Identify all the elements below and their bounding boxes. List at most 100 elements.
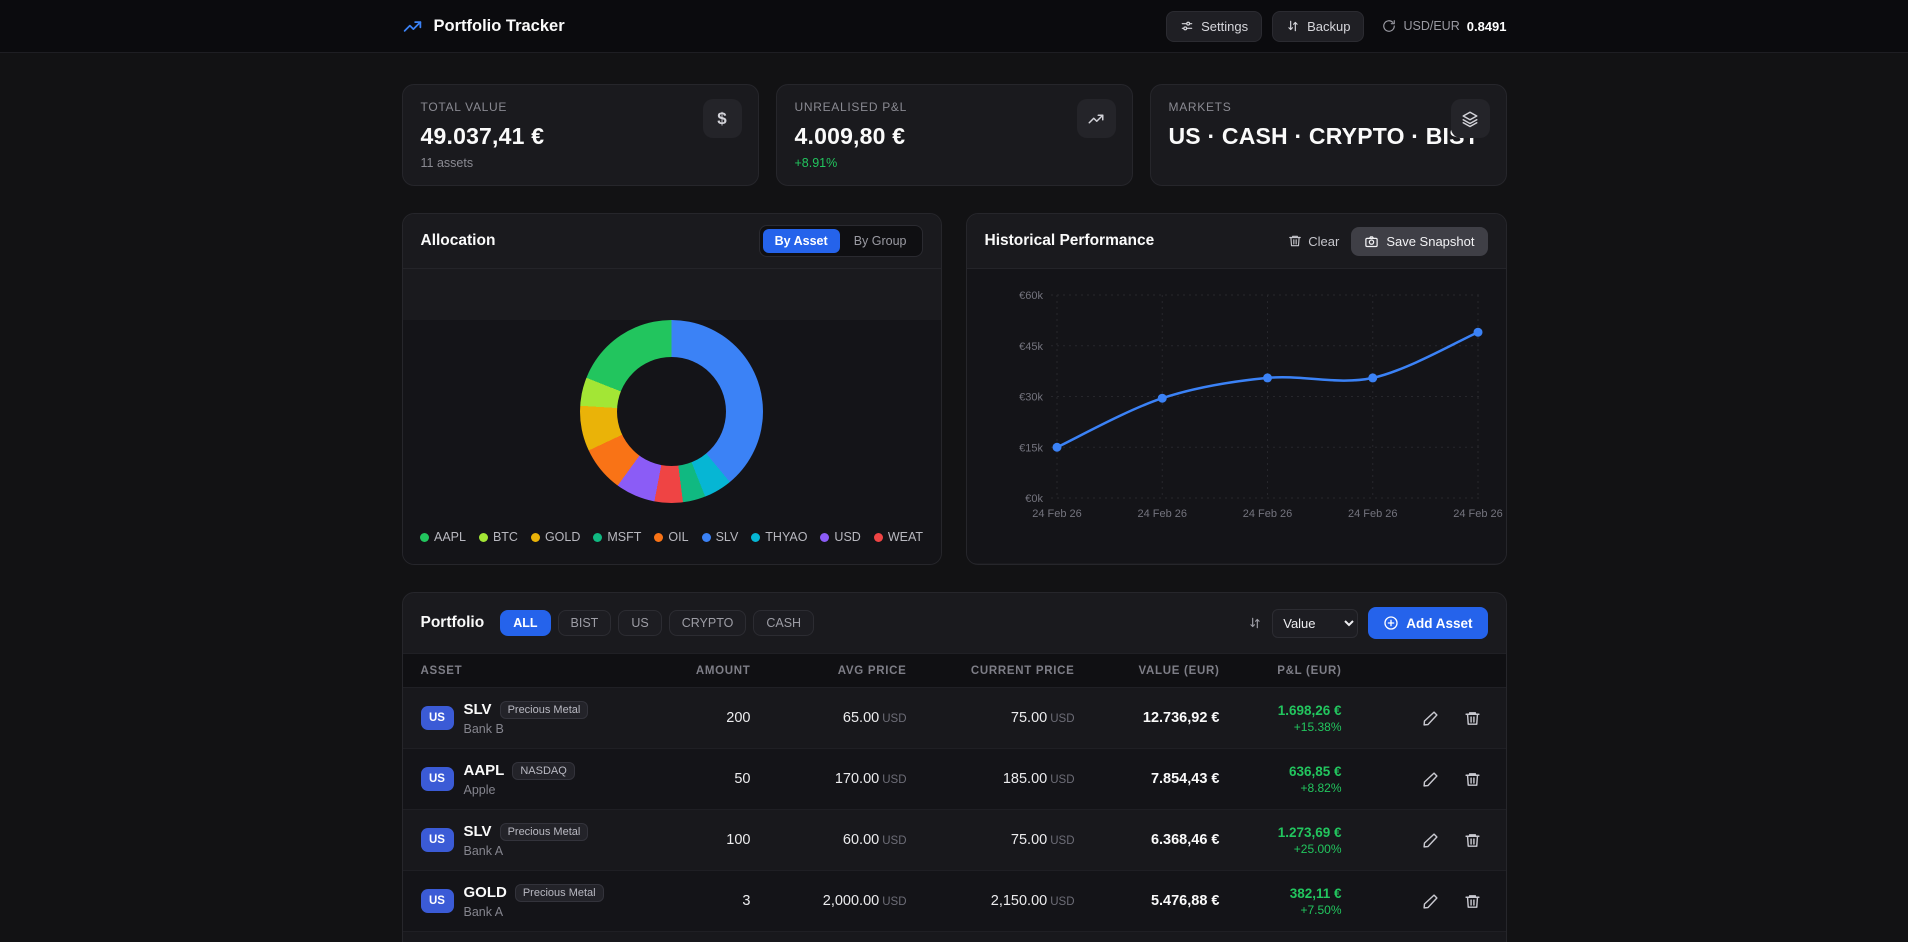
svg-text:24 Feb 26: 24 Feb 26	[1137, 508, 1187, 520]
legend-item: WEAT	[874, 530, 923, 544]
legend-label: BTC	[493, 530, 518, 544]
avg-price-cell: 65.00USD	[751, 710, 907, 726]
legend-label: GOLD	[545, 530, 580, 544]
table-row-partial	[403, 932, 1506, 942]
total-value-card: TOTAL VALUE 49.037,41 € 11 assets $	[402, 84, 759, 186]
stat-label: MARKETS	[1169, 100, 1488, 114]
pnl-percent: +8.82%	[1220, 781, 1342, 795]
current-price-value: 185.00	[1003, 771, 1047, 787]
main-content: TOTAL VALUE 49.037,41 € 11 assets $ UNRE…	[402, 53, 1507, 942]
sort-arrows-icon[interactable]	[1248, 616, 1262, 630]
filter-chip-all[interactable]: ALL	[500, 610, 550, 636]
markets-list: US · CASH · CRYPTO · BIST	[1169, 123, 1488, 150]
table-row: US GOLD Precious Metal Bank A 3 2,000.00…	[403, 871, 1506, 932]
stat-label: TOTAL VALUE	[421, 100, 740, 114]
pnl-cell: 382,11 € +7.50%	[1220, 886, 1342, 917]
pnl-value: 4.009,80 €	[795, 123, 1114, 150]
current-price-currency: USD	[1050, 835, 1074, 847]
portfolio-rows: US SLV Precious Metal Bank B 200 65.00US…	[403, 688, 1506, 942]
market-badge: US	[421, 767, 454, 791]
allocation-donut	[580, 320, 763, 503]
col-current-price: CURRENT PRICE	[907, 665, 1075, 677]
amount-cell: 100	[681, 832, 751, 848]
delete-button[interactable]	[1458, 886, 1488, 916]
value-cell: 12.736,92 €	[1075, 710, 1220, 726]
panels-row: Allocation By Asset By Group AAPL BTC GO…	[402, 213, 1507, 565]
asset-symbol: SLV	[464, 823, 492, 840]
asset-tag: Precious Metal	[515, 884, 604, 902]
refresh-icon[interactable]	[1382, 19, 1396, 33]
clear-button[interactable]: Clear	[1288, 234, 1339, 249]
sort-select[interactable]: Value	[1272, 609, 1358, 638]
camera-icon	[1364, 234, 1379, 249]
market-badge: US	[421, 889, 454, 913]
edit-button[interactable]	[1416, 764, 1446, 794]
legend-label: SLV	[716, 530, 739, 544]
legend-label: THYAO	[765, 530, 807, 544]
settings-label: Settings	[1201, 19, 1248, 34]
portfolio-panel: Portfolio ALL BIST US CRYPTO CASH Value	[402, 592, 1507, 942]
legend-dot	[654, 533, 663, 542]
fx-value: 0.8491	[1467, 19, 1507, 34]
toggle-by-group[interactable]: By Group	[842, 229, 919, 253]
avg-price-value: 170.00	[835, 771, 879, 787]
current-price-currency: USD	[1050, 896, 1074, 908]
legend-item: THYAO	[751, 530, 807, 544]
current-price-cell: 2,150.00USD	[907, 893, 1075, 909]
settings-button[interactable]: Settings	[1166, 11, 1262, 42]
filter-chip-bist[interactable]: BIST	[558, 610, 612, 636]
asset-subtitle: Apple	[464, 783, 575, 797]
current-price-cell: 185.00USD	[907, 771, 1075, 787]
edit-button[interactable]	[1416, 886, 1446, 916]
table-row: US AAPL NASDAQ Apple 50 170.00USD 185.00…	[403, 749, 1506, 810]
legend-item: SLV	[702, 530, 739, 544]
filter-chip-crypto[interactable]: CRYPTO	[669, 610, 747, 636]
current-price-value: 75.00	[1011, 710, 1047, 726]
pnl-cell: 1.273,69 € +25.00%	[1220, 825, 1342, 856]
add-asset-button[interactable]: Add Asset	[1368, 607, 1487, 639]
pnl-amount: 636,85 €	[1220, 764, 1342, 779]
amount-cell: 3	[681, 893, 751, 909]
asset-subtitle: Bank A	[464, 905, 604, 919]
clear-label: Clear	[1308, 234, 1339, 249]
allocation-legend: AAPL BTC GOLD MSFT OIL SLV THYAO USD WEA…	[403, 530, 941, 544]
legend-label: AAPL	[434, 530, 466, 544]
delete-button[interactable]	[1458, 703, 1488, 733]
edit-button[interactable]	[1416, 825, 1446, 855]
legend-item: GOLD	[531, 530, 580, 544]
plus-circle-icon	[1383, 615, 1399, 631]
avg-price-cell: 170.00USD	[751, 771, 907, 787]
filter-chip-us[interactable]: US	[618, 610, 661, 636]
avg-price-currency: USD	[882, 713, 906, 725]
legend-dot	[531, 533, 540, 542]
save-snapshot-button[interactable]: Save Snapshot	[1351, 227, 1487, 256]
delete-button[interactable]	[1458, 825, 1488, 855]
portfolio-filters: ALL BIST US CRYPTO CASH	[500, 610, 814, 636]
fx-pair-label: USD/EUR	[1403, 19, 1459, 33]
backup-button[interactable]: Backup	[1272, 11, 1364, 42]
trending-up-icon	[402, 16, 423, 37]
history-title: Historical Performance	[985, 232, 1155, 250]
avg-price-currency: USD	[882, 896, 906, 908]
asset-symbol: SLV	[464, 701, 492, 718]
legend-label: MSFT	[607, 530, 641, 544]
legend-dot	[874, 533, 883, 542]
assets-count: 11 assets	[421, 156, 740, 170]
current-price-currency: USD	[1050, 713, 1074, 725]
legend-dot	[820, 533, 829, 542]
portfolio-title: Portfolio	[421, 614, 485, 632]
col-asset: ASSET	[421, 665, 681, 677]
app-title: Portfolio Tracker	[434, 17, 565, 36]
pnl-percent: +8.91%	[795, 156, 1114, 170]
avg-price-cell: 2,000.00USD	[751, 893, 907, 909]
allocation-title: Allocation	[421, 232, 496, 250]
avg-price-value: 2,000.00	[823, 893, 879, 909]
delete-button[interactable]	[1458, 764, 1488, 794]
stat-cards: TOTAL VALUE 49.037,41 € 11 assets $ UNRE…	[402, 84, 1507, 186]
svg-text:€45k: €45k	[1019, 341, 1043, 353]
markets-card: MARKETS US · CASH · CRYPTO · BIST	[1150, 84, 1507, 186]
edit-button[interactable]	[1416, 703, 1446, 733]
filter-chip-cash[interactable]: CASH	[753, 610, 814, 636]
legend-label: USD	[834, 530, 860, 544]
toggle-by-asset[interactable]: By Asset	[763, 229, 840, 253]
